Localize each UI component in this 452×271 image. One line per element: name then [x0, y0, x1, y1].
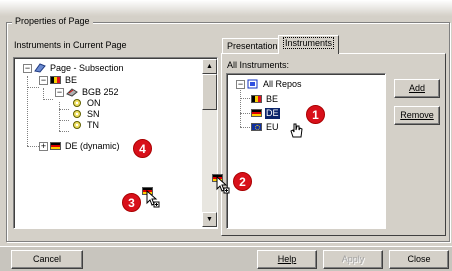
eu-flag-icon [251, 123, 262, 131]
current-page-tree[interactable]: − Page - Subsection − BE − BGB 252 ON SN… [13, 57, 218, 229]
add-button[interactable]: Add [394, 79, 440, 98]
germany-flag-icon [251, 109, 262, 117]
tree-node-sn[interactable]: SN [71, 109, 101, 120]
apply-button: Apply [323, 250, 383, 269]
step-badge-1: 1 [306, 105, 325, 124]
page-folder-icon [34, 63, 46, 73]
all-instruments-label: All Instruments: [227, 60, 290, 70]
left-tree-scrollbar[interactable]: ▲ ▼ [202, 59, 217, 227]
germany-flag-icon [50, 142, 61, 150]
tab-instruments[interactable]: Instruments [278, 35, 340, 54]
drag-cursor-icon [146, 190, 160, 208]
tree-node-page-subsection[interactable]: Page - Subsection [34, 63, 125, 74]
remove-button[interactable]: Remove [394, 106, 440, 125]
tree-node-be[interactable]: BE [251, 94, 279, 105]
group-title: Properties of Page [12, 16, 93, 26]
step-badge-4: 4 [133, 139, 152, 158]
scroll-up-arrow-icon[interactable]: ▲ [202, 59, 217, 74]
belgium-flag-icon [50, 76, 61, 84]
cancel-button[interactable]: Cancel [11, 250, 83, 269]
collapse-root-toggle[interactable]: − [23, 64, 32, 73]
expand-de-toggle[interactable]: + [39, 142, 48, 151]
left-panel-label: Instruments in Current Page [14, 40, 127, 50]
collapse-all-repos-toggle[interactable]: − [236, 80, 245, 89]
tab-presentation[interactable]: Presentation [222, 38, 283, 54]
tree-node-on[interactable]: ON [71, 98, 102, 109]
tree-node-eu[interactable]: EU [251, 122, 280, 133]
drag-cursor-icon [216, 176, 230, 194]
instrument-gear-icon [71, 109, 83, 119]
all-instruments-tree[interactable]: − All Repos BE DE EU [226, 73, 386, 229]
window-top-fade [0, 0, 452, 16]
step-badge-2: 2 [233, 172, 252, 191]
instrument-gear-icon [71, 98, 83, 108]
hand-cursor-icon [290, 123, 303, 138]
repository-icon [247, 79, 259, 89]
collapse-be-toggle[interactable]: − [39, 76, 48, 85]
step-badge-3: 3 [122, 193, 141, 212]
tree-node-de-dynamic[interactable]: DE (dynamic) [50, 141, 121, 152]
collapse-bgb-toggle[interactable]: − [55, 88, 64, 97]
scroll-thumb[interactable] [202, 74, 217, 110]
scroll-down-arrow-icon[interactable]: ▼ [202, 212, 217, 227]
tree-node-be[interactable]: BE [50, 75, 78, 86]
tree-node-de[interactable]: DE [251, 108, 280, 119]
close-button[interactable]: Close [389, 250, 449, 269]
tree-node-bgb-252[interactable]: BGB 252 [66, 87, 120, 98]
tree-node-all-repos[interactable]: All Repos [247, 79, 303, 90]
tree-node-tn[interactable]: TN [71, 120, 100, 131]
instrument-gear-icon [71, 120, 83, 130]
bond-icon [66, 87, 78, 97]
belgium-flag-icon [251, 95, 262, 103]
help-button[interactable]: Help [257, 250, 317, 269]
